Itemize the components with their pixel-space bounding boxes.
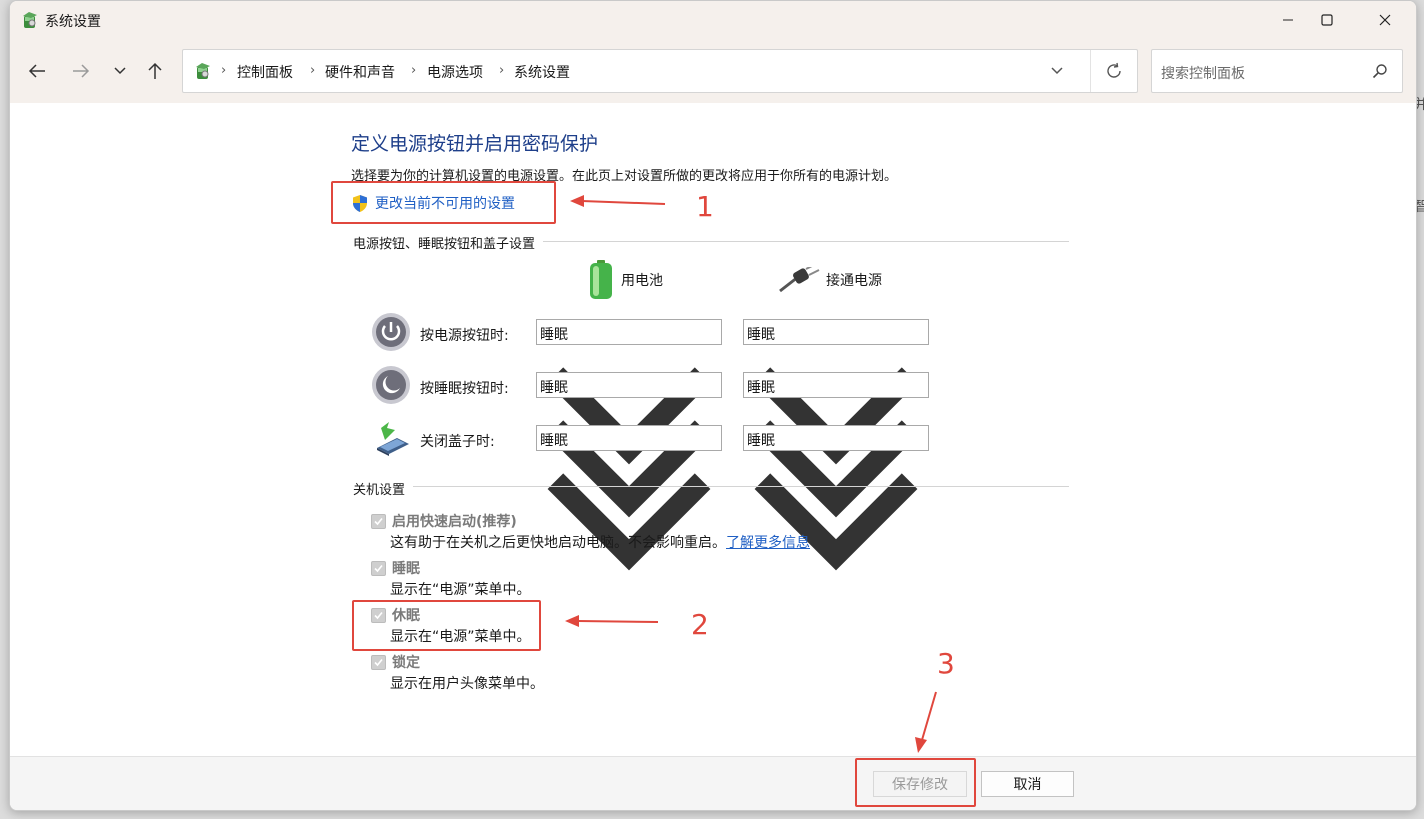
annotation-arrow-1 (570, 195, 666, 207)
annotation-number-3: 3 (937, 647, 955, 680)
annotation-arrow-3 (915, 691, 937, 753)
annotation-number-2: 2 (691, 608, 709, 641)
annotation-number-1: 1 (696, 190, 714, 223)
annotation-arrow-2 (565, 615, 659, 627)
annotation-arrows (565, 195, 937, 753)
